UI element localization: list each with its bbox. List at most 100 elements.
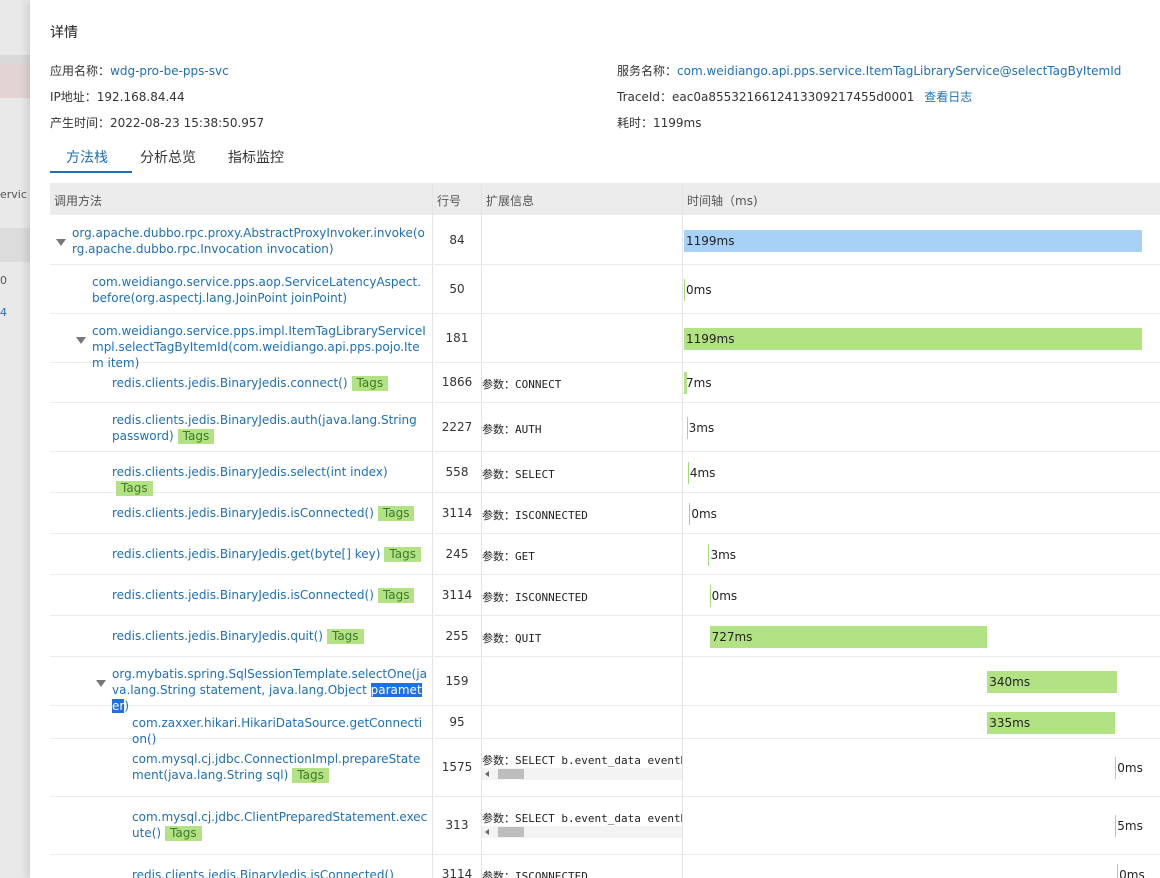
expand-toggle-icon[interactable] [76, 337, 86, 344]
timeline-tick [1115, 757, 1117, 779]
table-row[interactable]: redis.clients.jedis.BinaryJedis.select(i… [50, 452, 1160, 496]
method-name[interactable]: redis.clients.jedis.BinaryJedis.auth(jav… [112, 412, 428, 444]
table-row[interactable]: redis.clients.jedis.BinaryJedis.get(byte… [50, 534, 1160, 575]
ext-info: 参数：ISCONNECTED [482, 507, 682, 523]
timeline-cell: 727ms [683, 616, 1160, 656]
timeline-cell: 0ms [683, 575, 1160, 615]
ip-label: IP地址： [50, 90, 97, 104]
method-name[interactable]: redis.clients.jedis.BinaryJedis.isConnec… [112, 505, 428, 521]
app-name-value: wdg-pro-be-pps-svc [110, 64, 229, 78]
timeline-cell: 5ms [683, 797, 1160, 854]
scroll-left-icon[interactable] [485, 829, 489, 835]
timeline-cell: 3ms [683, 534, 1160, 574]
method-text: redis.clients.jedis.BinaryJedis.select(i… [112, 465, 388, 479]
trace-field: TraceId：eac0a8553216612413309217455d0001… [617, 88, 972, 105]
table-row[interactable]: com.weidiango.service.pps.aop.ServiceLat… [50, 265, 1160, 314]
header-line: 行号 [437, 194, 462, 208]
table-row[interactable]: redis.clients.jedis.BinaryJedis.isConnec… [50, 855, 1160, 878]
table-row[interactable]: redis.clients.jedis.BinaryJedis.isConnec… [50, 493, 1160, 534]
ext-value: CONNECT [515, 378, 562, 391]
timeline-cell: 1199ms [683, 314, 1160, 362]
ext-info: 参数：AUTH [482, 421, 682, 437]
timeline-cell: 7ms [683, 363, 1160, 402]
service-value: com.weidiango.api.pps.service.ItemTagLib… [677, 64, 1122, 78]
timeline-cell: 0ms [683, 855, 1160, 878]
tab-analysis-overview[interactable]: 分析总览 [140, 147, 196, 167]
scrollbar-thumb[interactable] [498, 769, 524, 779]
line-number: 181 [445, 331, 469, 345]
method-name[interactable]: redis.clients.jedis.BinaryJedis.isConnec… [112, 587, 428, 603]
tags-badge[interactable]: Tags [377, 588, 415, 603]
ext-label: 参数： [482, 378, 515, 391]
header-timeline: 时间轴（ms) [687, 194, 758, 208]
expand-toggle-icon[interactable] [56, 239, 66, 246]
line-number: 1866 [441, 375, 473, 389]
horizontal-scrollbar[interactable] [482, 768, 682, 780]
active-tab-indicator [50, 171, 132, 173]
method-text: redis.clients.jedis.BinaryJedis.quit() [112, 629, 323, 643]
timeline-label: 0ms [1117, 761, 1143, 775]
table-row[interactable]: redis.clients.jedis.BinaryJedis.auth(jav… [50, 403, 1160, 452]
method-name[interactable]: redis.clients.jedis.BinaryJedis.connect(… [112, 375, 428, 391]
timeline-label: 4ms [689, 466, 716, 480]
tags-badge[interactable]: Tags [165, 826, 202, 841]
timeline-tick [687, 462, 689, 484]
detail-drawer: 详情 应用名称：wdg-pro-be-pps-svc IP地址：192.168.… [30, 0, 1160, 878]
method-text: redis.clients.jedis.BinaryJedis.auth(jav… [112, 413, 417, 443]
line-number: 245 [445, 547, 469, 561]
trace-label: TraceId： [617, 90, 672, 104]
table-row[interactable]: org.mybatis.spring.SqlSessionTemplate.se… [50, 657, 1160, 713]
tags-badge[interactable]: Tags [177, 429, 215, 444]
table-row[interactable]: redis.clients.jedis.BinaryJedis.isConnec… [50, 575, 1160, 616]
view-log-link[interactable]: 查看日志 [924, 90, 972, 104]
ext-value: GET [515, 550, 535, 563]
method-name[interactable]: org.apache.dubbo.rpc.proxy.AbstractProxy… [72, 225, 428, 257]
table-row[interactable]: redis.clients.jedis.BinaryJedis.connect(… [50, 363, 1160, 403]
method-text: redis.clients.jedis.BinaryJedis.isConnec… [112, 506, 374, 520]
trace-value: eac0a8553216612413309217455d0001 [672, 90, 915, 104]
ext-value: ISCONNECTED [515, 870, 588, 878]
line-number: 255 [445, 629, 469, 643]
method-name[interactable]: redis.clients.jedis.BinaryJedis.isConnec… [132, 867, 428, 878]
horizontal-scrollbar[interactable] [482, 826, 682, 838]
expand-toggle-icon[interactable] [96, 680, 106, 687]
tags-badge[interactable]: Tags [326, 629, 364, 644]
ext-info: 参数：SELECT b.event_data eventData [482, 810, 682, 826]
table-row[interactable]: com.mysql.cj.jdbc.ClientPreparedStatemen… [50, 797, 1160, 855]
tags-badge[interactable]: Tags [351, 376, 389, 391]
scrollbar-thumb[interactable] [498, 827, 524, 837]
drawer-title: 详情 [50, 25, 78, 41]
timeline-label: 0ms [1119, 868, 1145, 878]
timeline-label: 335ms [989, 716, 1031, 730]
table-row[interactable]: com.mysql.cj.jdbc.ConnectionImpl.prepare… [50, 739, 1160, 797]
method-text: com.weidiango.service.pps.aop.ServiceLat… [92, 275, 422, 305]
ip-value: 192.168.84.44 [96, 90, 185, 104]
tags-badge[interactable]: Tags [377, 506, 415, 521]
timeline-cell: 335ms [683, 706, 1160, 738]
tags-badge[interactable]: Tags [384, 547, 421, 562]
ext-info: 参数：ISCONNECTED [482, 868, 682, 878]
method-text: redis.clients.jedis.BinaryJedis.connect(… [112, 376, 348, 390]
method-name[interactable]: redis.clients.jedis.BinaryJedis.quit() Ta… [112, 628, 428, 644]
table-row[interactable]: redis.clients.jedis.BinaryJedis.quit() Ta… [50, 616, 1160, 657]
scroll-left-icon[interactable] [485, 771, 489, 777]
tab-metrics-monitor[interactable]: 指标监控 [228, 147, 284, 167]
table-row[interactable]: com.zaxxer.hikari.HikariDataSource.getCo… [50, 706, 1160, 746]
background-strip [0, 228, 30, 262]
tab-method-stack[interactable]: 方法栈 [66, 147, 108, 167]
method-name[interactable]: com.weidiango.service.pps.aop.ServiceLat… [92, 274, 428, 306]
table-row[interactable]: org.apache.dubbo.rpc.proxy.AbstractProxy… [50, 216, 1160, 265]
time-label: 产生时间： [50, 116, 111, 130]
timeline-cell: 340ms [683, 657, 1160, 705]
ip-field: IP地址：192.168.84.44 [50, 88, 185, 105]
method-name[interactable]: com.mysql.cj.jdbc.ConnectionImpl.prepare… [132, 751, 428, 783]
method-name[interactable]: com.mysql.cj.jdbc.ClientPreparedStatemen… [132, 809, 428, 841]
method-name[interactable]: redis.clients.jedis.BinaryJedis.get(byte… [112, 546, 428, 562]
cost-field: 耗时：1199ms [617, 114, 702, 131]
ext-label: 参数： [482, 591, 515, 604]
tags-badge[interactable]: Tags [292, 768, 329, 783]
method-name[interactable]: redis.clients.jedis.BinaryJedis.select(i… [112, 464, 428, 496]
table-row[interactable]: com.weidiango.service.pps.impl.ItemTagLi… [50, 314, 1160, 370]
timeline-cell: 3ms [683, 403, 1160, 451]
ext-info: 参数：ISCONNECTED [482, 589, 682, 605]
